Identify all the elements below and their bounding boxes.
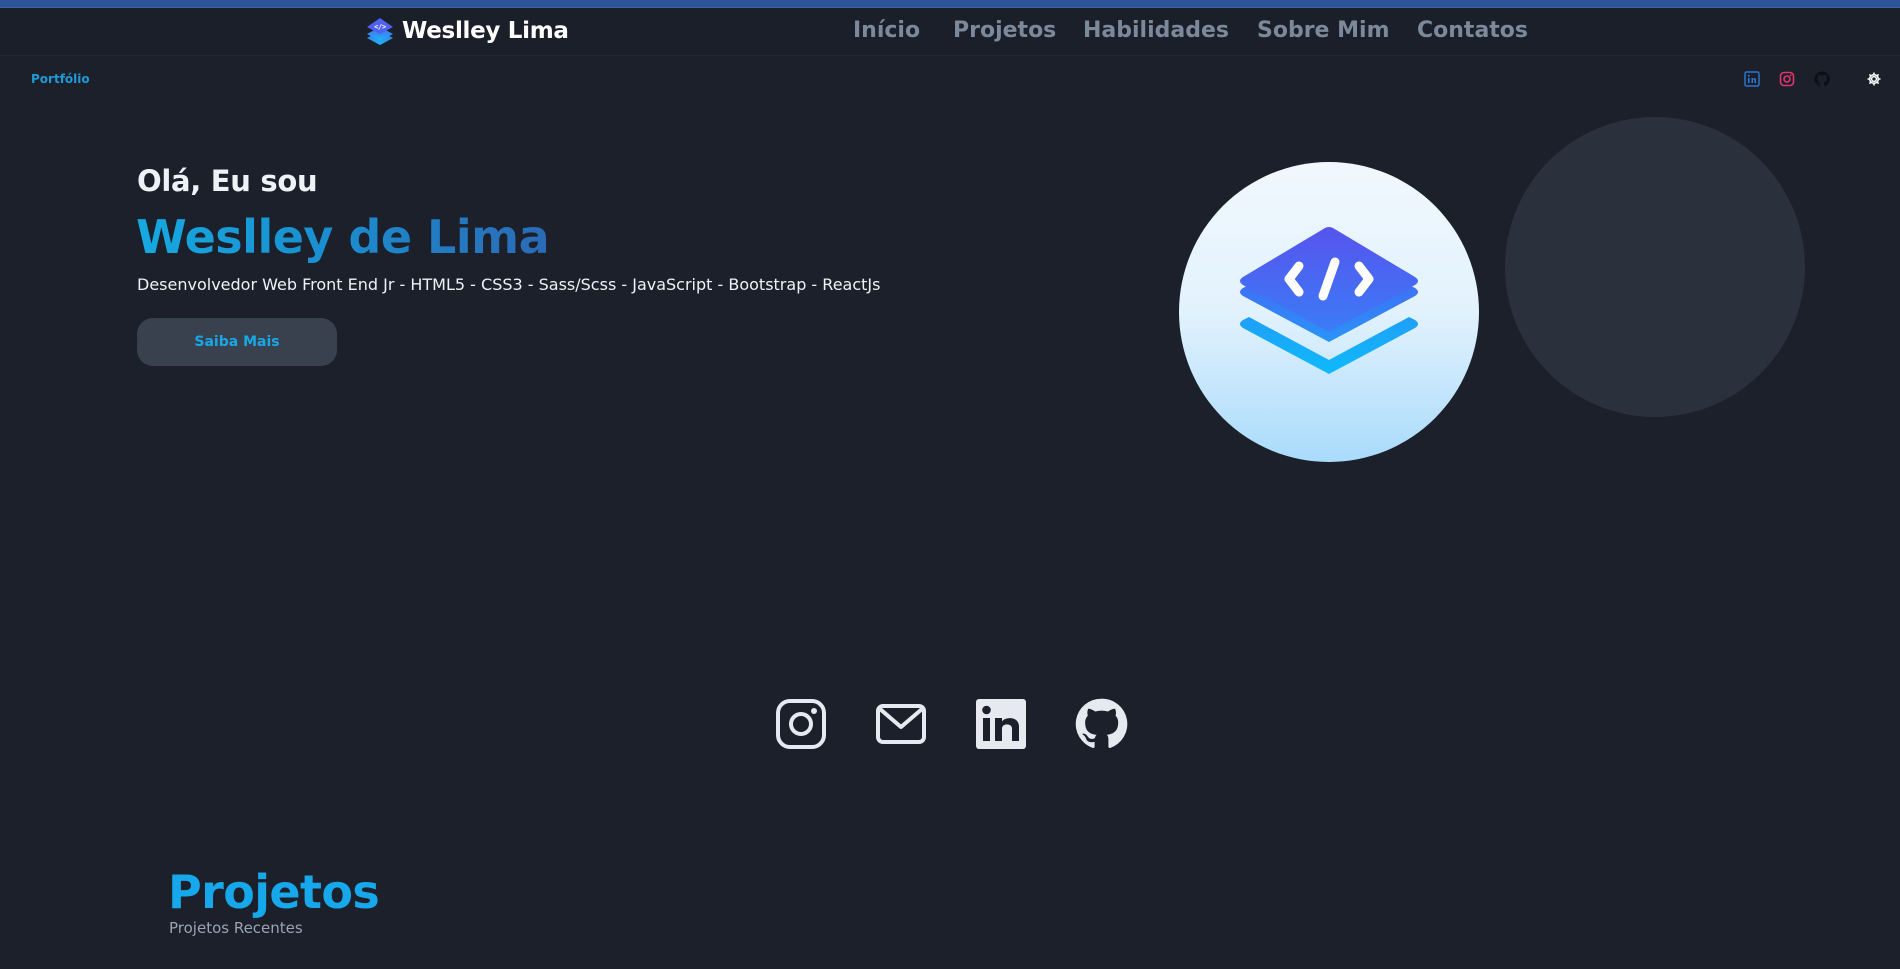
navbar: </> Weslley Lima Início Projetos Habilid… (0, 8, 1900, 56)
hero-role: Desenvolvedor Web Front End Jr - HTML5 -… (137, 275, 881, 294)
nav-link-projetos[interactable]: Projetos (953, 13, 1056, 49)
hero-name: Weslley de Lima (136, 210, 550, 264)
nav-link-contatos[interactable]: Contatos (1417, 13, 1528, 49)
nav-link-inicio[interactable]: Início (853, 13, 920, 49)
saiba-mais-button[interactable]: Saiba Mais (137, 318, 337, 366)
nav-link-habilidades[interactable]: Habilidades (1083, 13, 1229, 49)
mail-icon[interactable] (874, 697, 928, 751)
instagram-icon[interactable] (1779, 71, 1795, 89)
linkedin-icon[interactable] (1744, 71, 1760, 89)
hero-greeting: Olá, Eu sou (137, 164, 318, 198)
projects-subtitle: Projetos Recentes (169, 919, 303, 937)
avatar (1179, 162, 1479, 462)
main-nav: Início Projetos Habilidades Sobre Mim Co… (0, 13, 1900, 49)
github-icon[interactable] (1074, 697, 1128, 751)
nav-link-sobre-mim[interactable]: Sobre Mim (1257, 13, 1390, 49)
github-icon[interactable] (1814, 71, 1830, 89)
portfolio-label: Portfólio (31, 72, 90, 86)
instagram-icon[interactable] (774, 697, 828, 751)
gear-icon[interactable] (1866, 71, 1882, 89)
projects-title: Projetos (168, 865, 380, 919)
top-accent-strip (0, 0, 1900, 8)
decorative-circle (1505, 117, 1805, 417)
linkedin-icon[interactable] (974, 697, 1028, 751)
code-layers-icon (1240, 227, 1418, 374)
